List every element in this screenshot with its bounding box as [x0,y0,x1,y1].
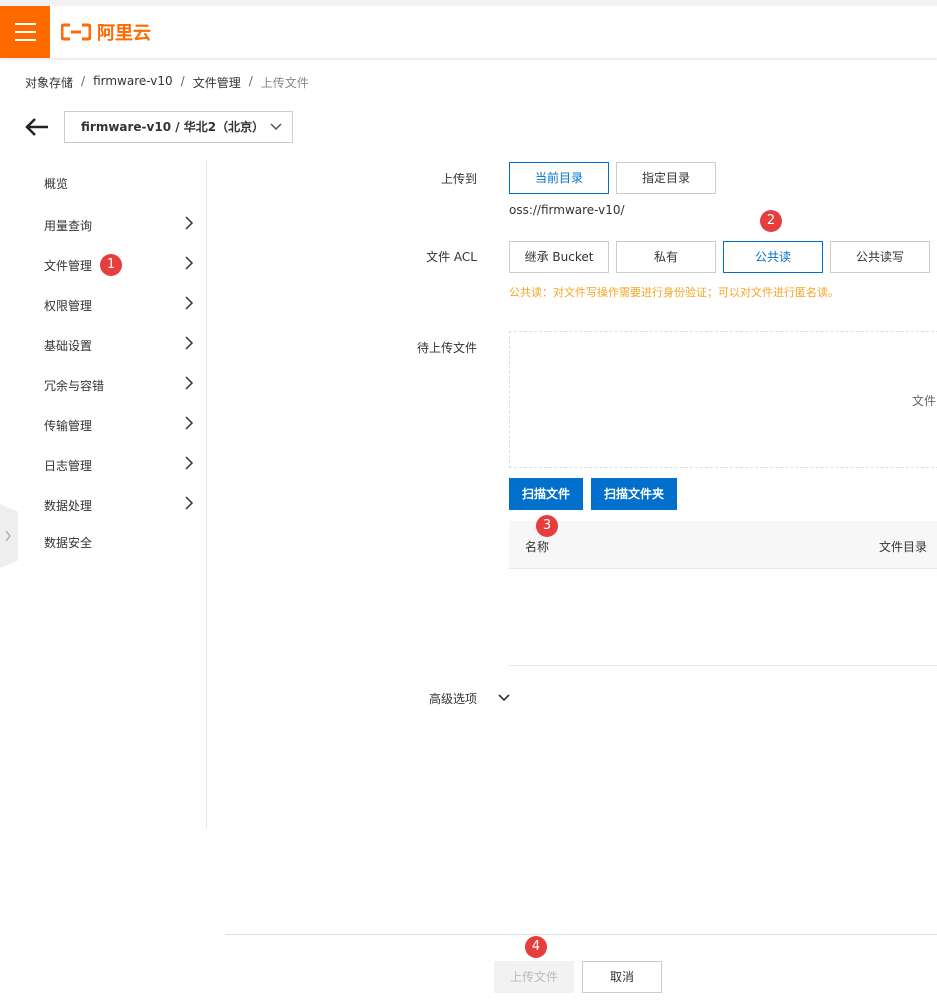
sidebar-item-label: 日志管理 [44,459,93,473]
top-bar: 阿里云 [0,0,937,58]
chevron-right-icon [185,496,194,510]
breadcrumb-separator: / [180,74,185,88]
sidebar-item-label: 数据安全 [44,536,93,550]
sidebar-item-transfer[interactable]: 传输管理 [44,416,194,434]
sidebar-item-label: 冗余与容错 [44,379,105,393]
cancel-button[interactable]: 取消 [582,961,662,993]
chevron-right-icon [185,376,194,390]
breadcrumb-separator: / [248,74,253,88]
sidebar-item-logs[interactable]: 日志管理 [44,456,194,474]
sidebar-item-redundancy[interactable]: 冗余与容错 [44,376,194,394]
scan-folder-button[interactable]: 扫描文件夹 [591,478,677,510]
chevron-right-icon [185,416,194,430]
advanced-options-label[interactable]: 高级选项 [357,690,477,707]
sidebar-item-overview[interactable]: 概览 [44,175,194,192]
chevron-right-icon [185,336,194,350]
acl-public-read-option[interactable]: 公共读 [723,241,823,273]
chevron-right-icon [185,456,194,470]
brand-name: 阿里云 [97,23,151,44]
pending-files-label: 待上传文件 [416,341,477,355]
breadcrumb-separator: / [81,74,86,88]
upload-path: oss://firmware-v10/ [509,203,625,217]
hamburger-icon-line [15,31,36,33]
current-directory-option[interactable]: 当前目录 [509,162,609,194]
column-header-directory: 文件目录 [879,540,928,554]
chevron-right-icon [185,296,194,310]
bucket-selector-value: firmware-v10 / 华北2（北京） [81,120,265,134]
step-badge: 2 [760,210,782,232]
sidebar-item-usage[interactable]: 用量查询 [44,216,194,234]
step-badge: 4 [525,936,547,958]
sidebar-item-basic-settings[interactable]: 基础设置 [44,336,194,354]
file-table-header [509,521,937,569]
file-dropzone[interactable] [509,331,937,468]
chevron-right-icon [185,216,194,230]
sidebar-item-label: 基础设置 [44,339,93,353]
arrow-left-icon [25,118,48,136]
acl-private-option[interactable]: 私有 [616,241,716,273]
bucket-selector[interactable]: firmware-v10 / 华北2（北京） [64,111,293,143]
aliyun-logo-icon [61,23,91,41]
sidebar-item-data-processing[interactable]: 数据处理 [44,496,194,514]
sidebar-item-label: 传输管理 [44,419,93,433]
hamburger-icon-line [15,39,36,41]
sidebar-expand-toggle[interactable] [0,504,18,568]
breadcrumb: 对象存储 / firmware-v10 / 文件管理 / 上传文件 [25,74,309,91]
breadcrumb-item-bucket[interactable]: firmware-v10 [93,74,173,91]
footer-divider [225,934,937,935]
dropzone-text: 文件 [912,394,937,408]
scan-files-button[interactable]: 扫描文件 [509,478,583,510]
chevron-down-icon[interactable] [496,690,512,706]
acl-public-read-write-option[interactable]: 公共读写 [830,241,930,273]
column-header-name: 名称 [525,540,550,554]
sidebar-item-label: 数据处理 [44,499,93,513]
sidebar-item-label: 用量查询 [44,219,93,233]
chevron-right-icon [185,256,194,270]
breadcrumb-item-file-management[interactable]: 文件管理 [193,74,241,91]
breadcrumb-item-upload: 上传文件 [260,76,309,90]
acl-inherit-bucket-option[interactable]: 继承 Bucket [509,241,609,273]
upload-files-button[interactable]: 上传文件 [494,961,574,993]
sidebar-item-label: 文件管理 [44,259,93,273]
sidebar-item-permissions[interactable]: 权限管理 [44,296,194,314]
sidebar-item-label: 权限管理 [44,299,93,313]
table-divider [509,665,937,666]
chevron-down-icon [270,123,282,131]
acl-note: 公共读：对文件写操作需要进行身份验证；可以对文件进行匿名读。 [509,286,839,299]
sidebar-item-data-security[interactable]: 数据安全 [44,534,194,551]
hamburger-icon [15,23,36,25]
step-badge: 1 [100,254,122,276]
acl-label: 文件 ACL [426,250,477,264]
specified-directory-option[interactable]: 指定目录 [616,162,716,194]
hamburger-menu-button[interactable] [0,6,50,58]
breadcrumb-item-oss[interactable]: 对象存储 [25,74,73,91]
step-badge: 3 [536,515,558,537]
sidebar-item-label: 概览 [44,177,69,191]
back-button[interactable] [23,115,51,139]
upload-to-label: 上传到 [440,172,477,186]
aliyun-logo[interactable]: 阿里云 [61,19,151,45]
chevron-right-icon [5,530,11,542]
